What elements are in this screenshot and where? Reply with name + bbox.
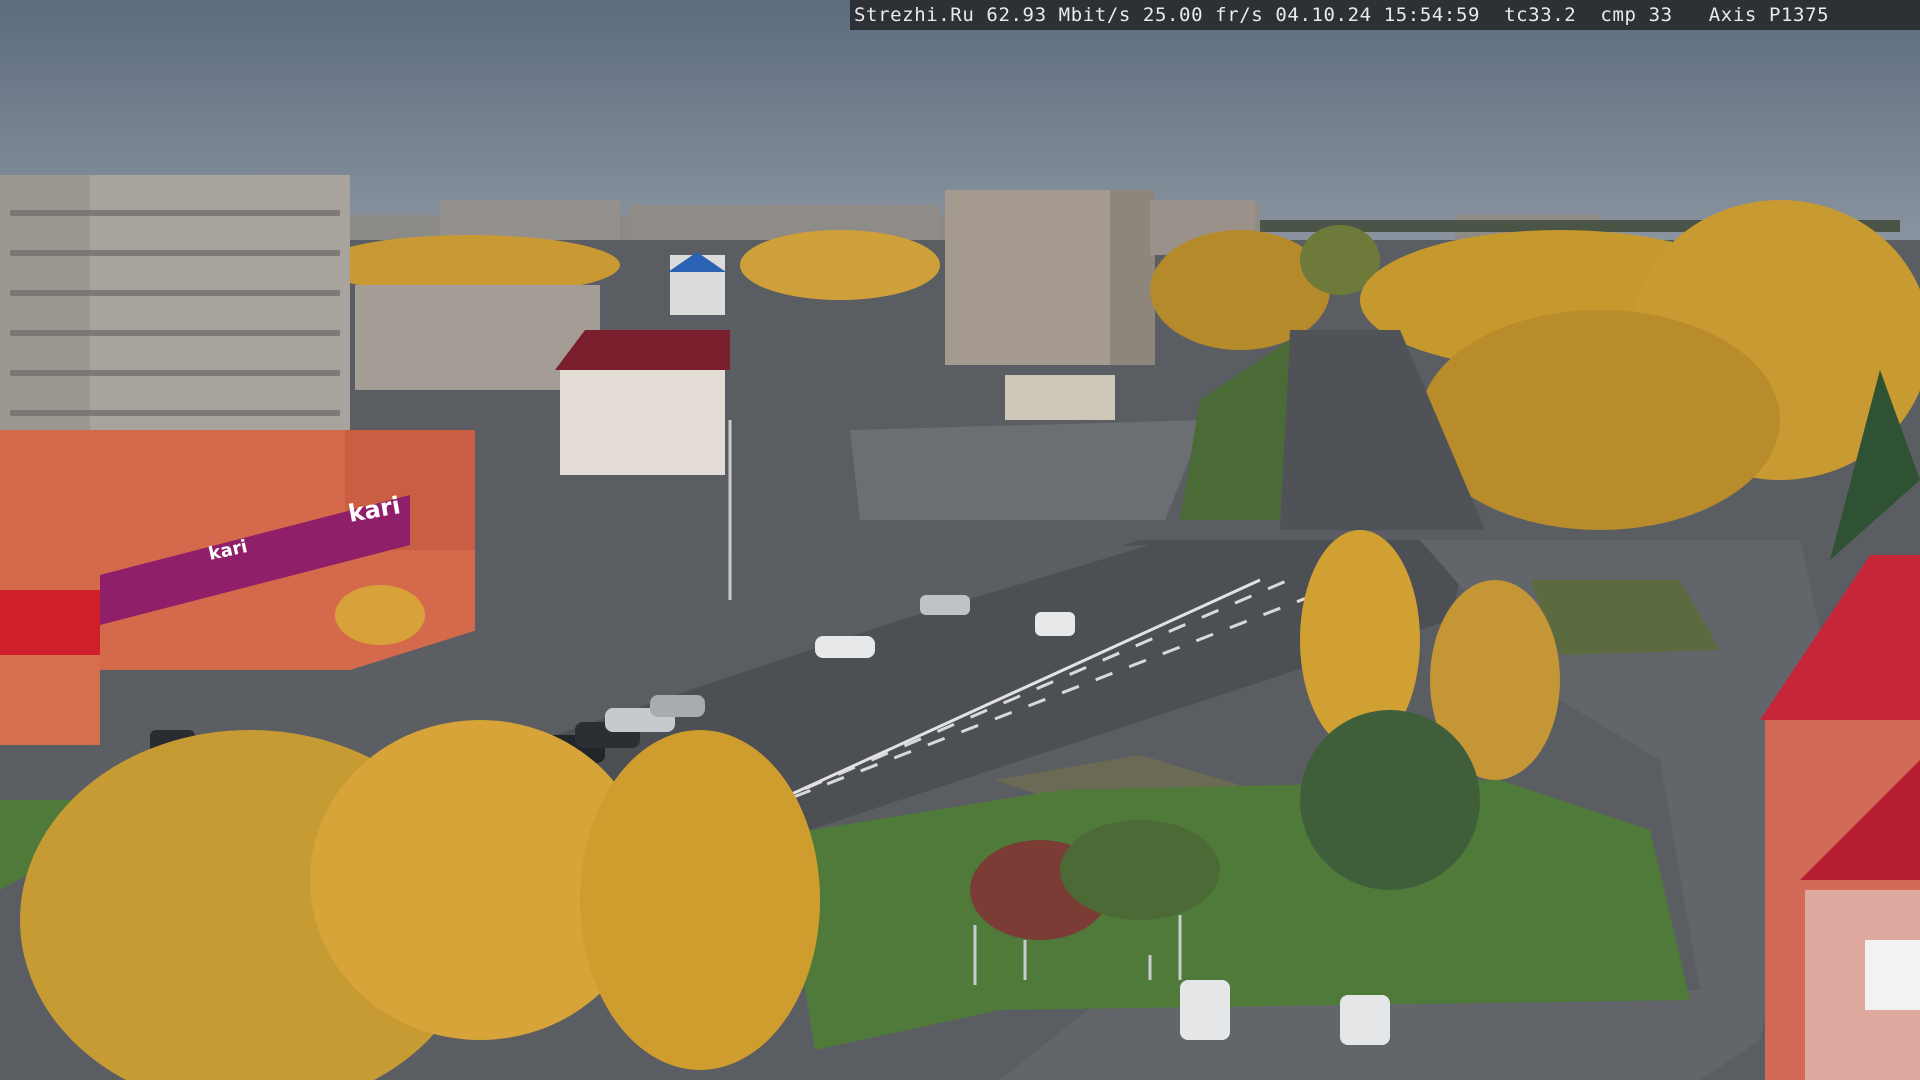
webcam-street-scene: kari kari: [0, 0, 1920, 1080]
red-roof-building: [555, 330, 730, 475]
square-pavilion: [1005, 375, 1115, 420]
camera-info-overlay: Strezhi.Ru 62.93 Mbit/s 25.00 fr/s 04.10…: [850, 0, 1920, 30]
pedestrian-square: [850, 420, 1205, 520]
